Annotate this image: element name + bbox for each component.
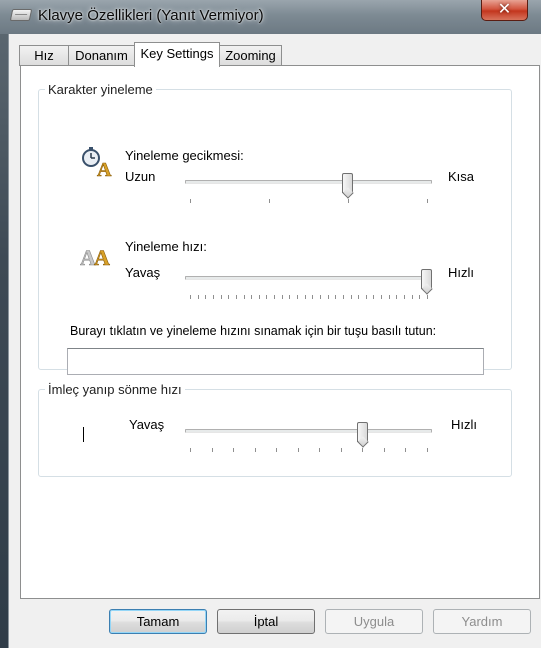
slider-tick [383,448,385,452]
slider-tick [327,295,329,299]
slider-tick [197,295,199,299]
slider-tick [404,295,406,299]
tab-hardware[interactable]: Donanım [68,45,135,66]
slider-ticks [190,448,428,452]
group-title: Karakter yineleme [45,82,156,97]
repeat-rate-max-label: Hızlı [448,265,474,280]
slider-tick [427,448,428,452]
slider-thumb[interactable] [356,422,368,442]
repeat-delay-slider[interactable] [185,173,432,203]
cursor-blink-slider[interactable] [185,422,432,452]
slider-tick [297,448,299,452]
tab-key-settings[interactable]: Key Settings [134,42,220,67]
blinking-cursor-preview [83,427,84,442]
slider-tick [212,295,214,299]
slider-tick [205,295,207,299]
slider-tick [365,295,367,299]
slider-track[interactable] [185,429,432,433]
slider-tick [381,295,383,299]
repeat-rate-min-label: Yavaş [125,265,161,280]
repeat-rate-label: Yineleme hızı: [125,239,207,254]
slider-tick [297,295,299,299]
slider-tick [304,295,306,299]
slider-ticks [190,199,428,203]
tab-zooming[interactable]: Zooming [219,45,282,66]
help-button[interactable]: Yardım [433,609,531,634]
repeat-test-field[interactable] [67,348,484,375]
slider-tick [254,448,256,452]
slider-tick [281,295,283,299]
slider-track[interactable] [185,180,432,184]
slider-tick [358,295,360,299]
test-prompt: Burayı tıklatın ve yineleme hızını sınam… [70,324,437,338]
ok-button[interactable]: Tamam [109,609,207,634]
slider-tick [266,295,268,299]
slider-tick [243,295,245,299]
slider-tick [289,295,291,299]
slider-tick [419,295,421,299]
slider-tick [312,295,314,299]
repeat-delay-min-label: Uzun [125,169,156,184]
repeat-rate-icon: A A [80,245,110,269]
slider-tick [411,295,413,299]
cursor-blink-min-label: Yavaş [129,417,165,432]
tab-speed[interactable]: Hız [19,45,69,66]
slider-tick [340,448,342,452]
slider-tick [276,448,278,452]
slider-tick [350,295,352,299]
dialog-body: Hız Donanım Key Settings Zooming Karakte… [8,34,541,648]
slider-tick [362,448,364,452]
tab-panel: Karakter yineleme A Yineleme gecikmesi: … [20,65,540,599]
slider-tick [319,448,321,452]
slider-tick [335,295,337,299]
svg-text:A: A [94,245,110,269]
close-button[interactable]: ✕ [481,0,528,21]
repeat-delay-max-label: Kısa [448,169,475,184]
close-icon: ✕ [497,1,512,18]
slider-tick [211,448,213,452]
slider-tick [396,295,398,299]
slider-tick [190,448,191,452]
slider-tick [319,295,321,299]
title-bar[interactable]: Klavye Özellikleri (Yanıt Vermiyor) ✕ [0,0,541,34]
slider-tick [233,448,235,452]
svg-text:A: A [97,159,112,178]
apply-button[interactable]: Uygula [325,609,423,634]
slider-thumb[interactable] [342,173,354,193]
slider-tick [388,295,390,299]
cancel-button[interactable]: İptal [217,609,315,634]
slider-ticks [190,295,428,299]
window-title: Klavye Özellikleri (Yanıt Vermiyor) [38,7,264,24]
cursor-blink-max-label: Hızlı [451,417,477,432]
group-title: İmleç yanıp sönme hızı [45,382,185,397]
slider-tick [427,199,428,203]
slider-tick [258,295,260,299]
slider-track[interactable] [185,276,432,280]
slider-thumb[interactable] [421,269,432,289]
keyboard-icon [9,9,33,21]
slider-tick [235,295,237,299]
repeat-delay-label: Yineleme gecikmesi: [125,148,244,163]
slider-tick [190,199,191,203]
slider-tick [274,295,276,299]
slider-tick [190,295,191,299]
slider-tick [373,295,375,299]
repeat-rate-slider[interactable] [185,269,432,299]
slider-tick [348,199,349,203]
slider-tick [405,448,407,452]
slider-tick [228,295,230,299]
slider-tick [342,295,344,299]
slider-tick [427,295,428,299]
repeat-delay-icon: A [82,147,112,178]
slider-tick [269,199,270,203]
slider-tick [220,295,222,299]
slider-tick [251,295,253,299]
